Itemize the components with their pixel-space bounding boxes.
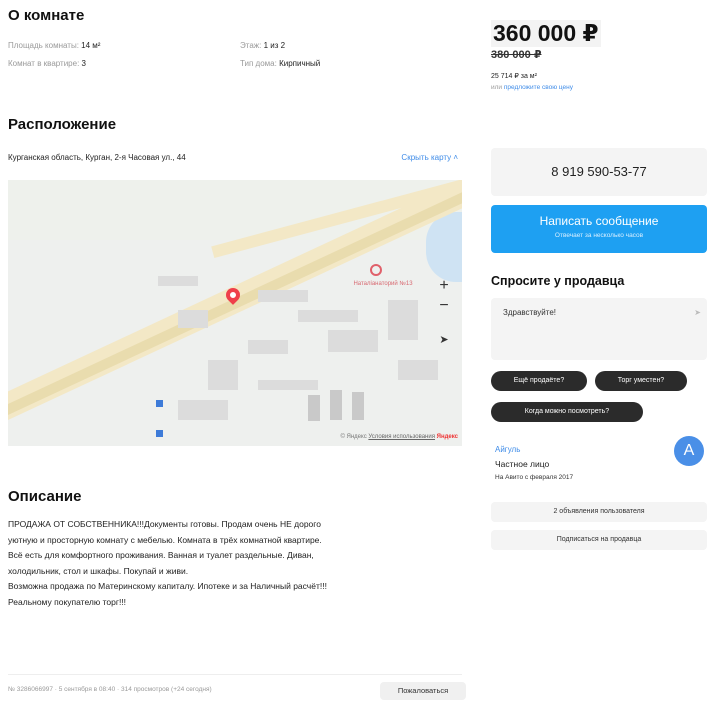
about-title: О комнате (8, 7, 85, 24)
seller-listings-button[interactable]: 2 объявления пользователя (491, 502, 707, 522)
transit-stop-icon[interactable] (156, 400, 163, 407)
map-copyright: © Яндекс Условия использования Яндекс (340, 434, 458, 440)
seller-since: На Авито с февраля 2017 (495, 474, 574, 481)
map-building (178, 310, 208, 328)
price-per-meter: 25 714 ₽ за м² (491, 73, 537, 80)
zoom-out-button[interactable]: − (434, 296, 454, 316)
description-text: ПРОДАЖА ОТ СОБСТВЕННИКА!!!Документы гото… (8, 517, 462, 611)
description-line: Реальному покупателю торг!!! (8, 596, 127, 607)
map-building (398, 360, 438, 380)
map-building (330, 390, 342, 420)
description-line: Возможна продажа по Материнскому капитал… (8, 581, 327, 592)
map-building (258, 380, 318, 390)
terms-link[interactable]: Условия использования (368, 434, 435, 440)
map-building (178, 400, 228, 420)
map-building (352, 392, 364, 420)
listing-meta: № 3286066997 · 5 сентября в 08:40 · 314 … (8, 686, 212, 693)
map-building (298, 310, 358, 322)
param-area-value: 14 м² (81, 41, 101, 50)
description-line: уютную и просторную комнату с мебелью. К… (8, 534, 322, 545)
geolocation-icon[interactable]: ➤ (434, 330, 454, 350)
footer-divider (8, 674, 462, 675)
map-building (388, 300, 418, 340)
seller-name-link[interactable]: Айгуль (495, 445, 520, 454)
param-house-label: Тип дома: (240, 59, 277, 68)
address: Курганская область, Курган, 2-я Часовая … (8, 153, 186, 162)
param-area: Площадь комнаты: 14 м² (8, 36, 100, 56)
map-building (258, 290, 308, 302)
ask-seller-input-value: Здравствуйте! (503, 308, 557, 317)
param-rooms-value: 3 (81, 59, 86, 68)
quick-question-chip[interactable]: Когда можно посмотреть? (491, 402, 643, 422)
param-floor-value: 1 из 2 (263, 41, 286, 50)
ask-seller-input[interactable]: Здравствуйте! ➤ (491, 298, 707, 360)
map[interactable]: Наталіанаторий №13 + − ➤ © Яндекс Услови… (8, 180, 462, 446)
map-building (308, 395, 320, 421)
location-title: Расположение (8, 116, 117, 133)
offer-price: или предложите свою цену (491, 84, 573, 91)
old-price: 380 000 ₽ (491, 49, 542, 61)
subscribe-seller-button[interactable]: Подписаться на продавца (491, 530, 707, 550)
param-rooms: Комнат в квартире: 3 (8, 54, 86, 74)
ask-seller-title: Спросите у продавца (491, 274, 625, 288)
complain-button[interactable]: Пожаловаться (380, 682, 466, 700)
offer-prefix: или (491, 84, 503, 91)
hide-map-link[interactable]: Скрыть карту ˄ (401, 153, 458, 162)
write-message-button[interactable]: Написать сообщение Отвечает за несколько… (491, 205, 707, 253)
description-line: Всё есть для комфортного проживания. Ван… (8, 550, 314, 561)
param-house: Тип дома: Кирпичный (240, 54, 320, 74)
avatar[interactable]: A (674, 436, 704, 466)
poi-label: Наталіанаторий №13 (353, 281, 413, 287)
send-icon[interactable]: ➤ (694, 308, 701, 317)
reply-time-label: Отвечает за несколько часов (554, 232, 644, 239)
write-message-label: Написать сообщение (539, 214, 659, 228)
map-building (208, 360, 238, 390)
transit-stop-icon[interactable] (156, 430, 163, 437)
offer-price-link[interactable]: предложите свою цену (504, 84, 573, 91)
param-floor-label: Этаж: (240, 41, 262, 50)
param-floor: Этаж: 1 из 2 (240, 36, 285, 56)
description-line: ПРОДАЖА ОТ СОБСТВЕННИКА!!!Документы гото… (8, 519, 321, 529)
param-area-label: Площадь комнаты: (8, 41, 79, 50)
map-building (328, 330, 378, 352)
yandex-logo: Яндекс (436, 434, 458, 440)
price: 360 000 ₽ (491, 20, 601, 47)
param-house-value: Кирпичный (279, 59, 321, 68)
copyright-prefix: © Яндекс (340, 434, 367, 440)
show-phone-button[interactable]: 8 919 590-53-77 (491, 148, 707, 196)
param-rooms-label: Комнат в квартире: (8, 59, 80, 68)
quick-question-chip[interactable]: Ещё продаёте? (491, 371, 587, 391)
seller-type: Частное лицо (495, 459, 550, 469)
description-line: холодильник, стол и шкафы. Покупай и жив… (8, 565, 189, 576)
quick-question-chip[interactable]: Торг уместен? (595, 371, 687, 391)
map-building (248, 340, 288, 354)
zoom-in-button[interactable]: + (434, 276, 454, 296)
description-title: Описание (8, 488, 82, 505)
map-building (158, 276, 198, 286)
poi-marker-icon[interactable] (370, 264, 382, 276)
